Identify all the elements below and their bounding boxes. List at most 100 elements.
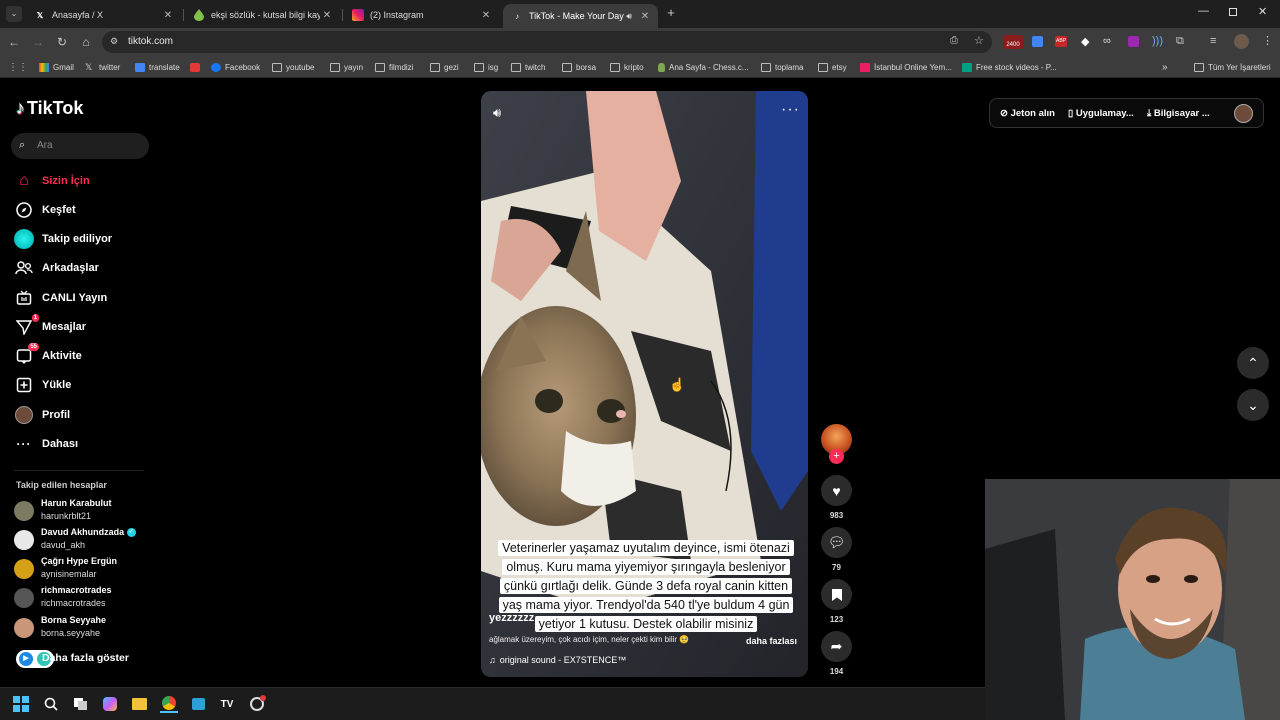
- bookmark-folder[interactable]: youtube: [272, 60, 314, 74]
- tab-x[interactable]: 𝕏 Anasayfa / X ✕: [26, 4, 181, 26]
- install-icon[interactable]: ⎙: [950, 35, 958, 46]
- video-player[interactable]: 🔊︎ ··· ☝ Veterinerler yaşamaz uyutalım d…: [481, 91, 808, 677]
- translate-ext-icon[interactable]: [1032, 36, 1043, 47]
- nav-live[interactable]: CANLI Yayın: [14, 287, 107, 309]
- get-app-button[interactable]: ▯ Uygulamay...: [1068, 108, 1134, 119]
- tab-tiktok[interactable]: ♪ TikTok - Make Your Day 🔊︎ ✕: [503, 4, 658, 28]
- bookmark-folder[interactable]: twitch: [511, 60, 545, 74]
- following-account[interactable]: Harun Karabulut harunkrblt21: [14, 498, 154, 524]
- volume-icon[interactable]: 🔊︎: [493, 105, 501, 121]
- close-icon[interactable]: ✕: [479, 10, 493, 21]
- tab-search-button[interactable]: ⌄: [6, 6, 22, 22]
- bookmark-folder[interactable]: borsa: [562, 60, 596, 74]
- previous-video-button[interactable]: ⌃: [1237, 347, 1269, 379]
- follow-plus-icon[interactable]: +: [829, 449, 844, 464]
- nav-activity[interactable]: 55 Aktivite: [14, 343, 82, 367]
- video-more-icon[interactable]: ···: [781, 101, 800, 119]
- menu-icon[interactable]: ⋮: [1262, 34, 1273, 47]
- search-input[interactable]: ⌕ Ara: [11, 133, 149, 159]
- tiktok-logo[interactable]: ♪ TikTok: [16, 98, 83, 119]
- bookmark-twitter[interactable]: 𝕏twitter: [85, 60, 120, 74]
- bookmark-star-icon[interactable]: ☆: [974, 34, 984, 47]
- tradingview-icon[interactable]: TV: [218, 695, 236, 713]
- share-button[interactable]: ➦ 194: [821, 631, 852, 676]
- voice-ext-icon[interactable]: ))): [1152, 35, 1163, 47]
- diamond-ext-icon[interactable]: ◆: [1081, 35, 1089, 48]
- save-button[interactable]: 123: [821, 579, 852, 624]
- extension-badge-icon[interactable]: 2400: [1003, 35, 1023, 49]
- store-icon[interactable]: [189, 695, 207, 713]
- coin-icon: ⊘: [1000, 108, 1011, 119]
- creator-avatar[interactable]: +: [821, 424, 852, 464]
- nav-profile[interactable]: Profil: [14, 404, 70, 426]
- media-icon[interactable]: ≡: [1210, 35, 1216, 47]
- desktop-app-button[interactable]: ⤓ Bilgisayar ...: [1147, 108, 1210, 119]
- bookmark-translate[interactable]: translate: [135, 60, 180, 74]
- nav-for-you[interactable]: ⌂ Sizin İçin: [14, 170, 90, 192]
- bookmark-folder[interactable]: toplama: [761, 60, 803, 74]
- nav-messages[interactable]: 1 Mesajlar: [14, 314, 86, 338]
- next-video-button[interactable]: ⌄: [1237, 389, 1269, 421]
- bookmark-youtube[interactable]: [190, 60, 204, 74]
- speaker-icon[interactable]: 🔊︎: [626, 11, 632, 22]
- tab-eksi[interactable]: ekşi sözlük - kutsal bilgi kaynağı ✕: [185, 4, 340, 26]
- windows-start-icon[interactable]: [12, 695, 30, 713]
- task-view-icon[interactable]: [72, 695, 90, 713]
- back-icon[interactable]: ←: [6, 34, 22, 50]
- nav-upload[interactable]: Yükle: [14, 374, 71, 396]
- obs-icon[interactable]: [248, 695, 266, 713]
- see-more-link[interactable]: daha fazlası: [746, 636, 797, 646]
- bookmark-facebook[interactable]: Facebook: [211, 60, 260, 74]
- following-account[interactable]: Davud Akhundzada ✓ davud_akh: [14, 527, 154, 553]
- copilot-icon[interactable]: [101, 695, 119, 713]
- bookmark-gmail[interactable]: Gmail: [39, 60, 74, 74]
- search-icon[interactable]: [42, 695, 60, 713]
- address-bar[interactable]: ⚙ tiktok.com ⎙ ☆: [102, 31, 992, 53]
- video-sound[interactable]: ♫ original sound - EX7STENCE™: [489, 655, 626, 665]
- reload-icon[interactable]: ↻: [54, 34, 70, 50]
- tab-instagram[interactable]: (2) Instagram ✕: [344, 4, 499, 26]
- close-window-button[interactable]: ✕: [1258, 5, 1267, 18]
- bookmark-folder[interactable]: kripto: [610, 60, 644, 74]
- bookmark-folder[interactable]: gezi: [430, 60, 459, 74]
- bookmarks-overflow-icon[interactable]: »: [1162, 60, 1168, 74]
- nav-more[interactable]: ··· Dahası: [14, 433, 79, 455]
- file-explorer-icon[interactable]: [130, 695, 148, 713]
- new-tab-button[interactable]: +: [664, 6, 678, 20]
- bookmark-yemeksepeti[interactable]: İstanbul Online Yem...: [860, 60, 952, 74]
- bookmark-folder[interactable]: etsy: [818, 60, 847, 74]
- bookmark-folder[interactable]: yayın: [330, 60, 363, 74]
- restore-button[interactable]: [1229, 8, 1237, 16]
- video-author[interactable]: yezzzzzz: [489, 612, 534, 624]
- get-coins-button[interactable]: ⊘ Jeton alın: [1000, 108, 1055, 119]
- glasses-ext-icon[interactable]: ∞: [1103, 35, 1111, 47]
- nav-following[interactable]: Takip ediliyor: [14, 228, 112, 250]
- all-bookmarks[interactable]: Tüm Yer İşaretleri: [1194, 60, 1271, 74]
- like-button[interactable]: ♥ 983: [821, 475, 852, 520]
- home-icon[interactable]: ⌂: [78, 34, 94, 50]
- show-more-link[interactable]: ▶ Daha fazla göster: [16, 650, 129, 668]
- profile-avatar[interactable]: [1234, 34, 1249, 49]
- bookmark-folder[interactable]: filmdizi: [375, 60, 413, 74]
- following-account[interactable]: Borna Seyyahe borna.seyyahe: [14, 615, 154, 641]
- nav-friends[interactable]: Arkadaşlar: [14, 257, 99, 279]
- adblock-ext-icon[interactable]: ABP: [1055, 36, 1067, 47]
- chrome-icon[interactable]: [160, 695, 178, 713]
- comment-button[interactable]: 💬︎ 79: [821, 527, 852, 572]
- nav-explore[interactable]: Keşfet: [14, 199, 76, 221]
- following-account[interactable]: Çağrı Hype Ergün aynisinemalar: [14, 556, 154, 582]
- apps-icon[interactable]: ⋮⋮: [8, 60, 28, 74]
- bookmark-chess[interactable]: Ana Sayfa - Chess.c...: [658, 60, 749, 74]
- close-icon[interactable]: ✕: [161, 10, 175, 21]
- bookmark-folder[interactable]: isg: [474, 60, 498, 74]
- user-avatar[interactable]: [1234, 104, 1253, 123]
- following-account[interactable]: richmacrotrades richmacrotrades: [14, 585, 154, 611]
- extensions-icon[interactable]: ⧉: [1176, 35, 1184, 48]
- site-info-icon[interactable]: ⚙: [110, 36, 118, 47]
- bookmark-pexels[interactable]: Free stock videos - P...: [962, 60, 1057, 74]
- close-icon[interactable]: ✕: [638, 11, 652, 22]
- minimize-button[interactable]: —: [1198, 5, 1209, 17]
- twitch-ext-icon[interactable]: [1128, 36, 1139, 47]
- close-icon[interactable]: ✕: [320, 10, 334, 21]
- forward-icon[interactable]: →: [30, 34, 46, 50]
